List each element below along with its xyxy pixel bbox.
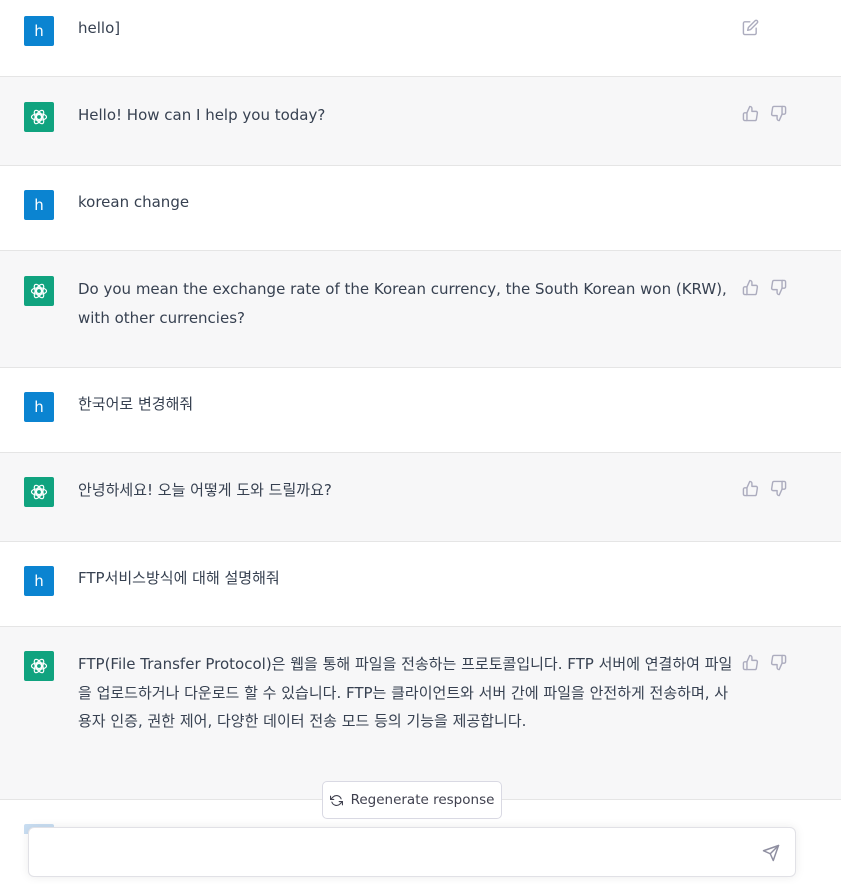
message-user: h korean change (0, 166, 841, 251)
user-avatar: h (24, 16, 54, 46)
openai-logo-icon (30, 484, 48, 500)
thumbs-down-icon[interactable] (770, 480, 787, 497)
message-text: 한국어로 변경해줘 (78, 395, 194, 413)
thumbs-up-icon[interactable] (742, 480, 759, 497)
message-assistant: Hello! How can I help you today? (0, 77, 841, 166)
message-text: FTP(File Transfer Protocol)은 웹을 통해 파일을 전… (78, 655, 733, 730)
message-text: Do you mean the exchange rate of the Kor… (78, 280, 727, 327)
openai-logo-icon (30, 658, 48, 674)
composer (28, 827, 796, 877)
refresh-icon (329, 794, 343, 806)
message-text: Hello! How can I help you today? (78, 106, 326, 124)
message-user: h FTP서비스방식에 대해 설명해줘 (0, 542, 841, 627)
message-user: h 한국어로 변경해줘 (0, 368, 841, 453)
message-text: 안녕하세요! 오늘 어떻게 도와 드릴까요? (78, 481, 332, 499)
message-assistant: Do you mean the exchange rate of the Kor… (0, 251, 841, 368)
message-user: h hello] (0, 0, 841, 77)
edit-icon[interactable] (742, 19, 759, 36)
user-avatar: h (24, 190, 54, 220)
send-icon[interactable] (762, 844, 780, 862)
message-text: korean change (78, 193, 190, 211)
message-text: hello] (78, 19, 121, 37)
regenerate-label: Regenerate response (350, 792, 495, 808)
thumbs-down-icon[interactable] (770, 654, 787, 671)
message-assistant: FTP(File Transfer Protocol)은 웹을 통해 파일을 전… (0, 627, 841, 800)
assistant-avatar (24, 651, 54, 681)
assistant-avatar (24, 477, 54, 507)
message-input[interactable] (43, 842, 747, 868)
message-assistant: 안녕하세요! 오늘 어떻게 도와 드릴까요? (0, 453, 841, 542)
message-text: FTP서비스방식에 대해 설명해줘 (78, 569, 280, 587)
openai-logo-icon (30, 109, 48, 125)
thumbs-up-icon[interactable] (742, 654, 759, 671)
regenerate-response-button[interactable]: Regenerate response (322, 781, 502, 819)
user-avatar: h (24, 392, 54, 422)
thumbs-up-icon[interactable] (742, 105, 759, 122)
assistant-avatar (24, 102, 54, 132)
thumbs-down-icon[interactable] (770, 279, 787, 296)
thumbs-down-icon[interactable] (770, 105, 787, 122)
user-avatar: h (24, 566, 54, 596)
openai-logo-icon (30, 283, 48, 299)
assistant-avatar (24, 276, 54, 306)
thumbs-up-icon[interactable] (742, 279, 759, 296)
